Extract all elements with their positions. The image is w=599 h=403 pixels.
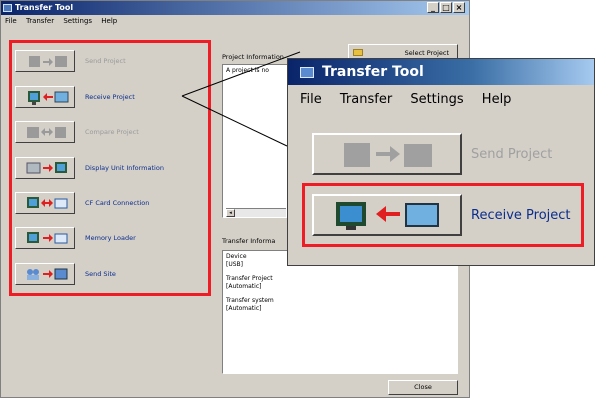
zoom-app-icon <box>300 67 314 78</box>
zoom-menu-file[interactable]: File <box>300 92 322 107</box>
zoom-title-bar: Transfer Tool <box>288 59 594 85</box>
zoom-menu-bar: File Transfer Settings Help <box>288 85 594 115</box>
zoom-menu-help[interactable]: Help <box>482 92 512 107</box>
zoom-send-project-button[interactable] <box>312 133 462 175</box>
zoom-highlight-box <box>302 183 584 247</box>
zoom-menu-settings[interactable]: Settings <box>410 92 463 107</box>
zoom-window: Transfer Tool File Transfer Settings Hel… <box>287 58 595 266</box>
zoom-window-title: Transfer Tool <box>322 64 424 80</box>
zoom-send-project-icon <box>344 143 432 167</box>
zoom-menu-transfer[interactable]: Transfer <box>340 92 392 107</box>
zoom-send-project-label: Send Project <box>471 147 553 162</box>
